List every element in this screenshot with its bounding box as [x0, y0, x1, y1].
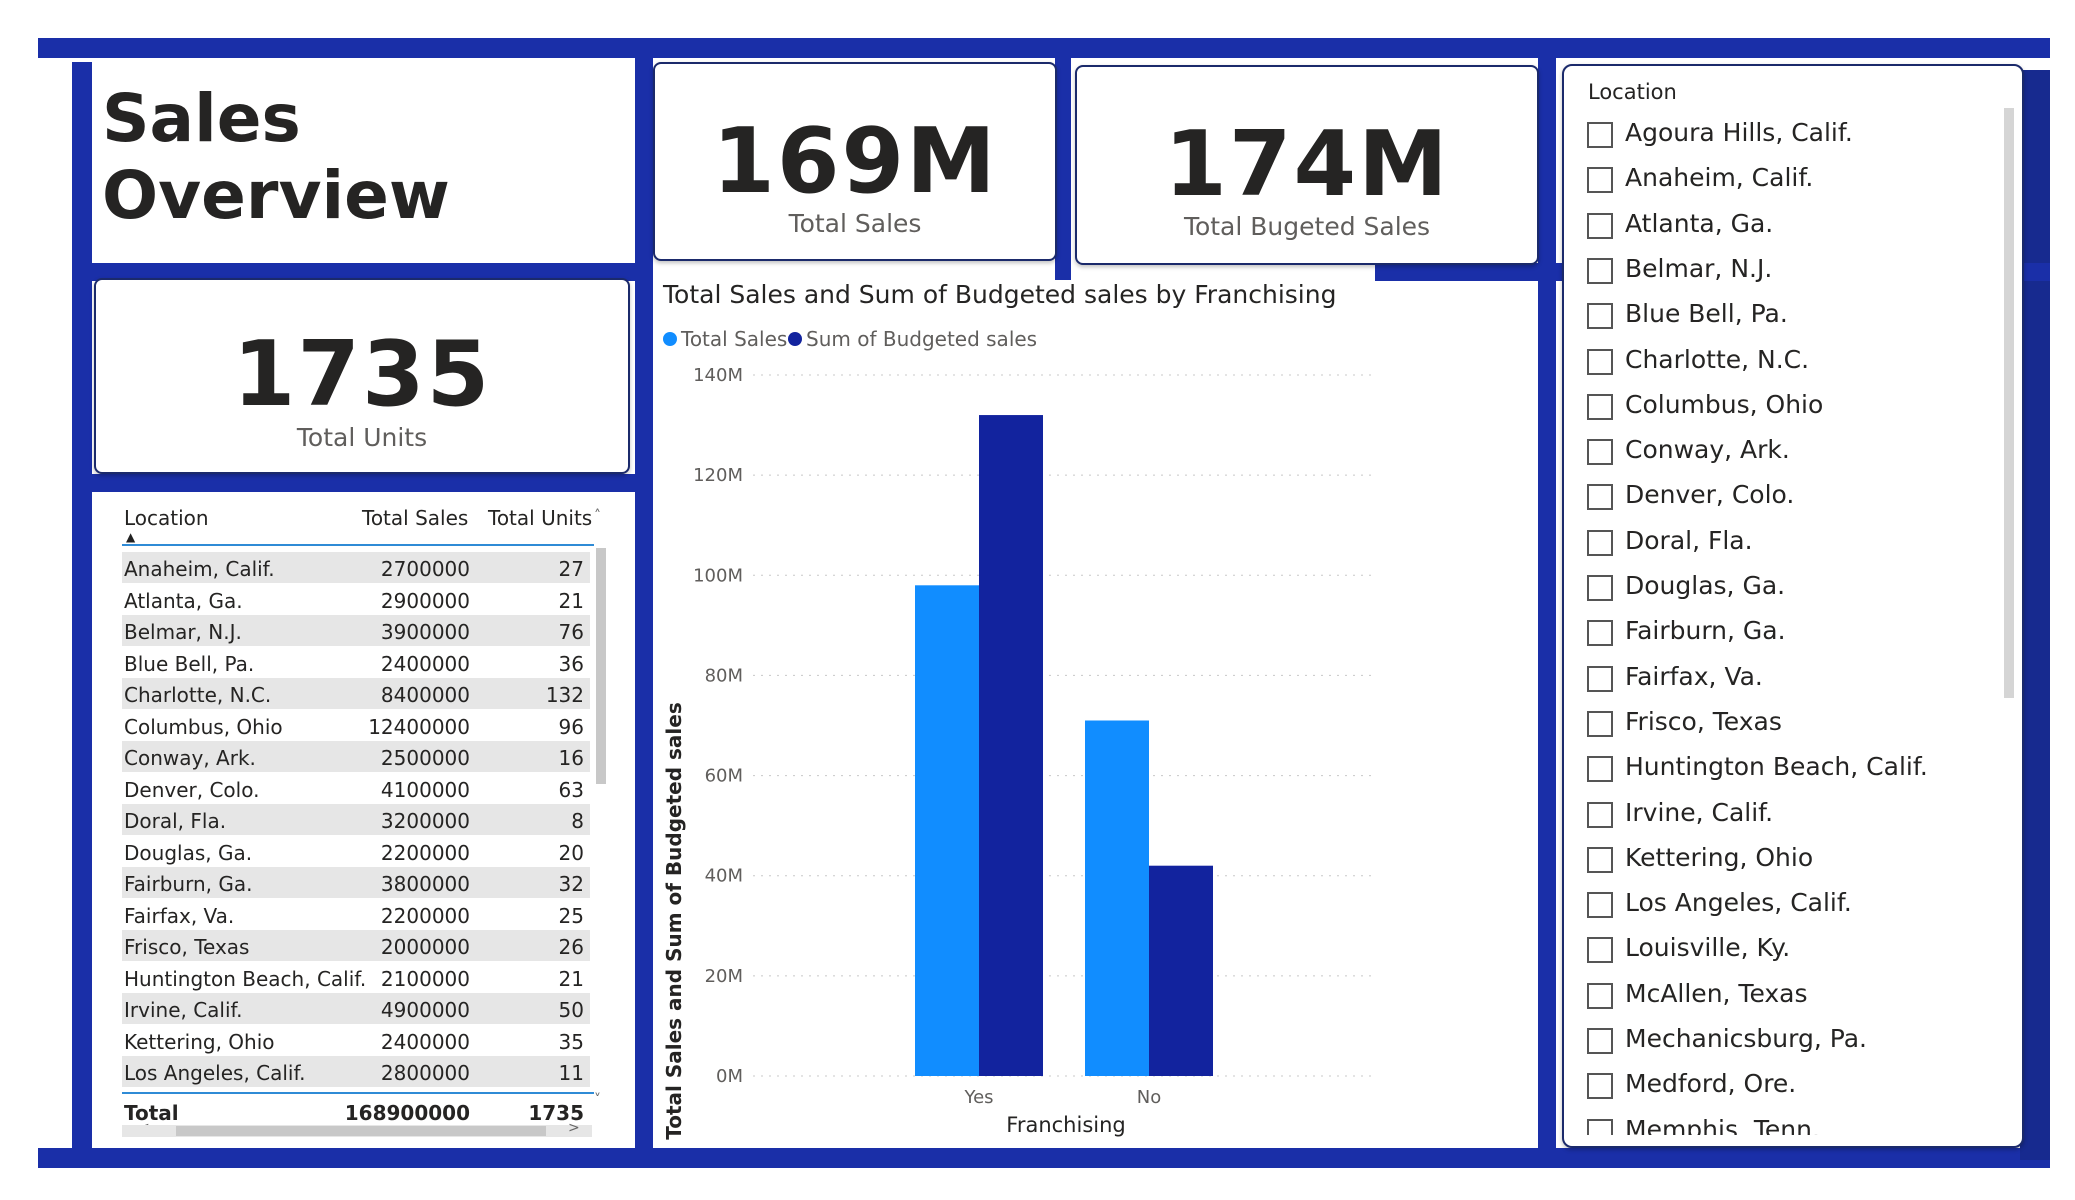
slicer-item-label: Mechanicsburg, Pa. [1625, 1024, 1867, 1053]
checkbox[interactable] [1587, 348, 1613, 375]
checkbox[interactable] [1587, 529, 1613, 556]
slicer-item-label: Conway, Ark. [1625, 435, 1790, 465]
slicer-item-label: Atlanta, Ga. [1625, 208, 1774, 238]
slicer-item-label: Anaheim, Calif. [1625, 163, 1814, 193]
checkbox[interactable] [1587, 122, 1613, 148]
slicer-item-label: Kettering, Ohio [1625, 842, 1814, 872]
frame-bottom-bar [38, 1148, 2050, 1168]
slicer-item-label: Medford, Ore. [1625, 1069, 1797, 1099]
slicer-item-label: Denver, Colo. [1625, 480, 1795, 510]
checkbox[interactable] [1587, 1028, 1613, 1054]
checkbox[interactable] [1587, 212, 1613, 239]
checkbox[interactable] [1587, 982, 1613, 1009]
slicer-item-label: Belmar, N.J. [1625, 253, 1773, 283]
checkbox[interactable] [1587, 439, 1613, 466]
slicer-item-label: Irvine, Calif. [1625, 797, 1774, 827]
slicer-item-label: Blue Bell, Pa. [1625, 299, 1788, 329]
checkbox[interactable] [1587, 303, 1613, 330]
checkbox[interactable] [1587, 484, 1613, 511]
checkbox[interactable] [1587, 665, 1613, 692]
checkbox[interactable] [1587, 892, 1613, 919]
checkbox[interactable] [1587, 756, 1613, 783]
checkbox[interactable] [1587, 393, 1613, 420]
slicer-item-label: Columbus, Ohio [1625, 389, 1824, 419]
slicer-item-label: Huntington Beach, Calif. [1625, 752, 1928, 782]
checkbox[interactable] [1587, 710, 1613, 737]
slicer-item-label: McAllen, Texas [1625, 978, 1808, 1008]
checkbox[interactable] [1587, 846, 1613, 873]
checkbox[interactable] [1587, 801, 1613, 828]
checkbox[interactable] [1587, 1073, 1613, 1100]
slicer-item-label: Doral, Fla. [1625, 525, 1753, 555]
slicer-item-label: Fairfax, Va. [1625, 661, 1763, 691]
slicer-item-label: Fairburn, Ga. [1625, 616, 1786, 646]
checkbox[interactable] [1587, 257, 1613, 284]
checkbox[interactable] [1587, 937, 1613, 964]
slicer-items: Agoura Hills, Calif. Anaheim, Calif. Atlan… [0, 0, 2075, 1135]
slicer-item-label: Frisco, Texas [1625, 706, 1782, 736]
checkbox[interactable] [1587, 575, 1613, 601]
checkbox[interactable] [1587, 620, 1613, 647]
slicer-item-label: Los Angeles, Calif. [1625, 888, 1852, 918]
slicer-item-label: Agoura Hills, Calif. [1625, 118, 1853, 147]
slicer-item-label: Louisville, Ky. [1625, 933, 1791, 963]
checkbox[interactable] [1587, 167, 1613, 194]
slicer-item-label: Douglas, Ga. [1625, 571, 1786, 600]
slicer-item-label: Charlotte, N.C. [1625, 344, 1810, 374]
